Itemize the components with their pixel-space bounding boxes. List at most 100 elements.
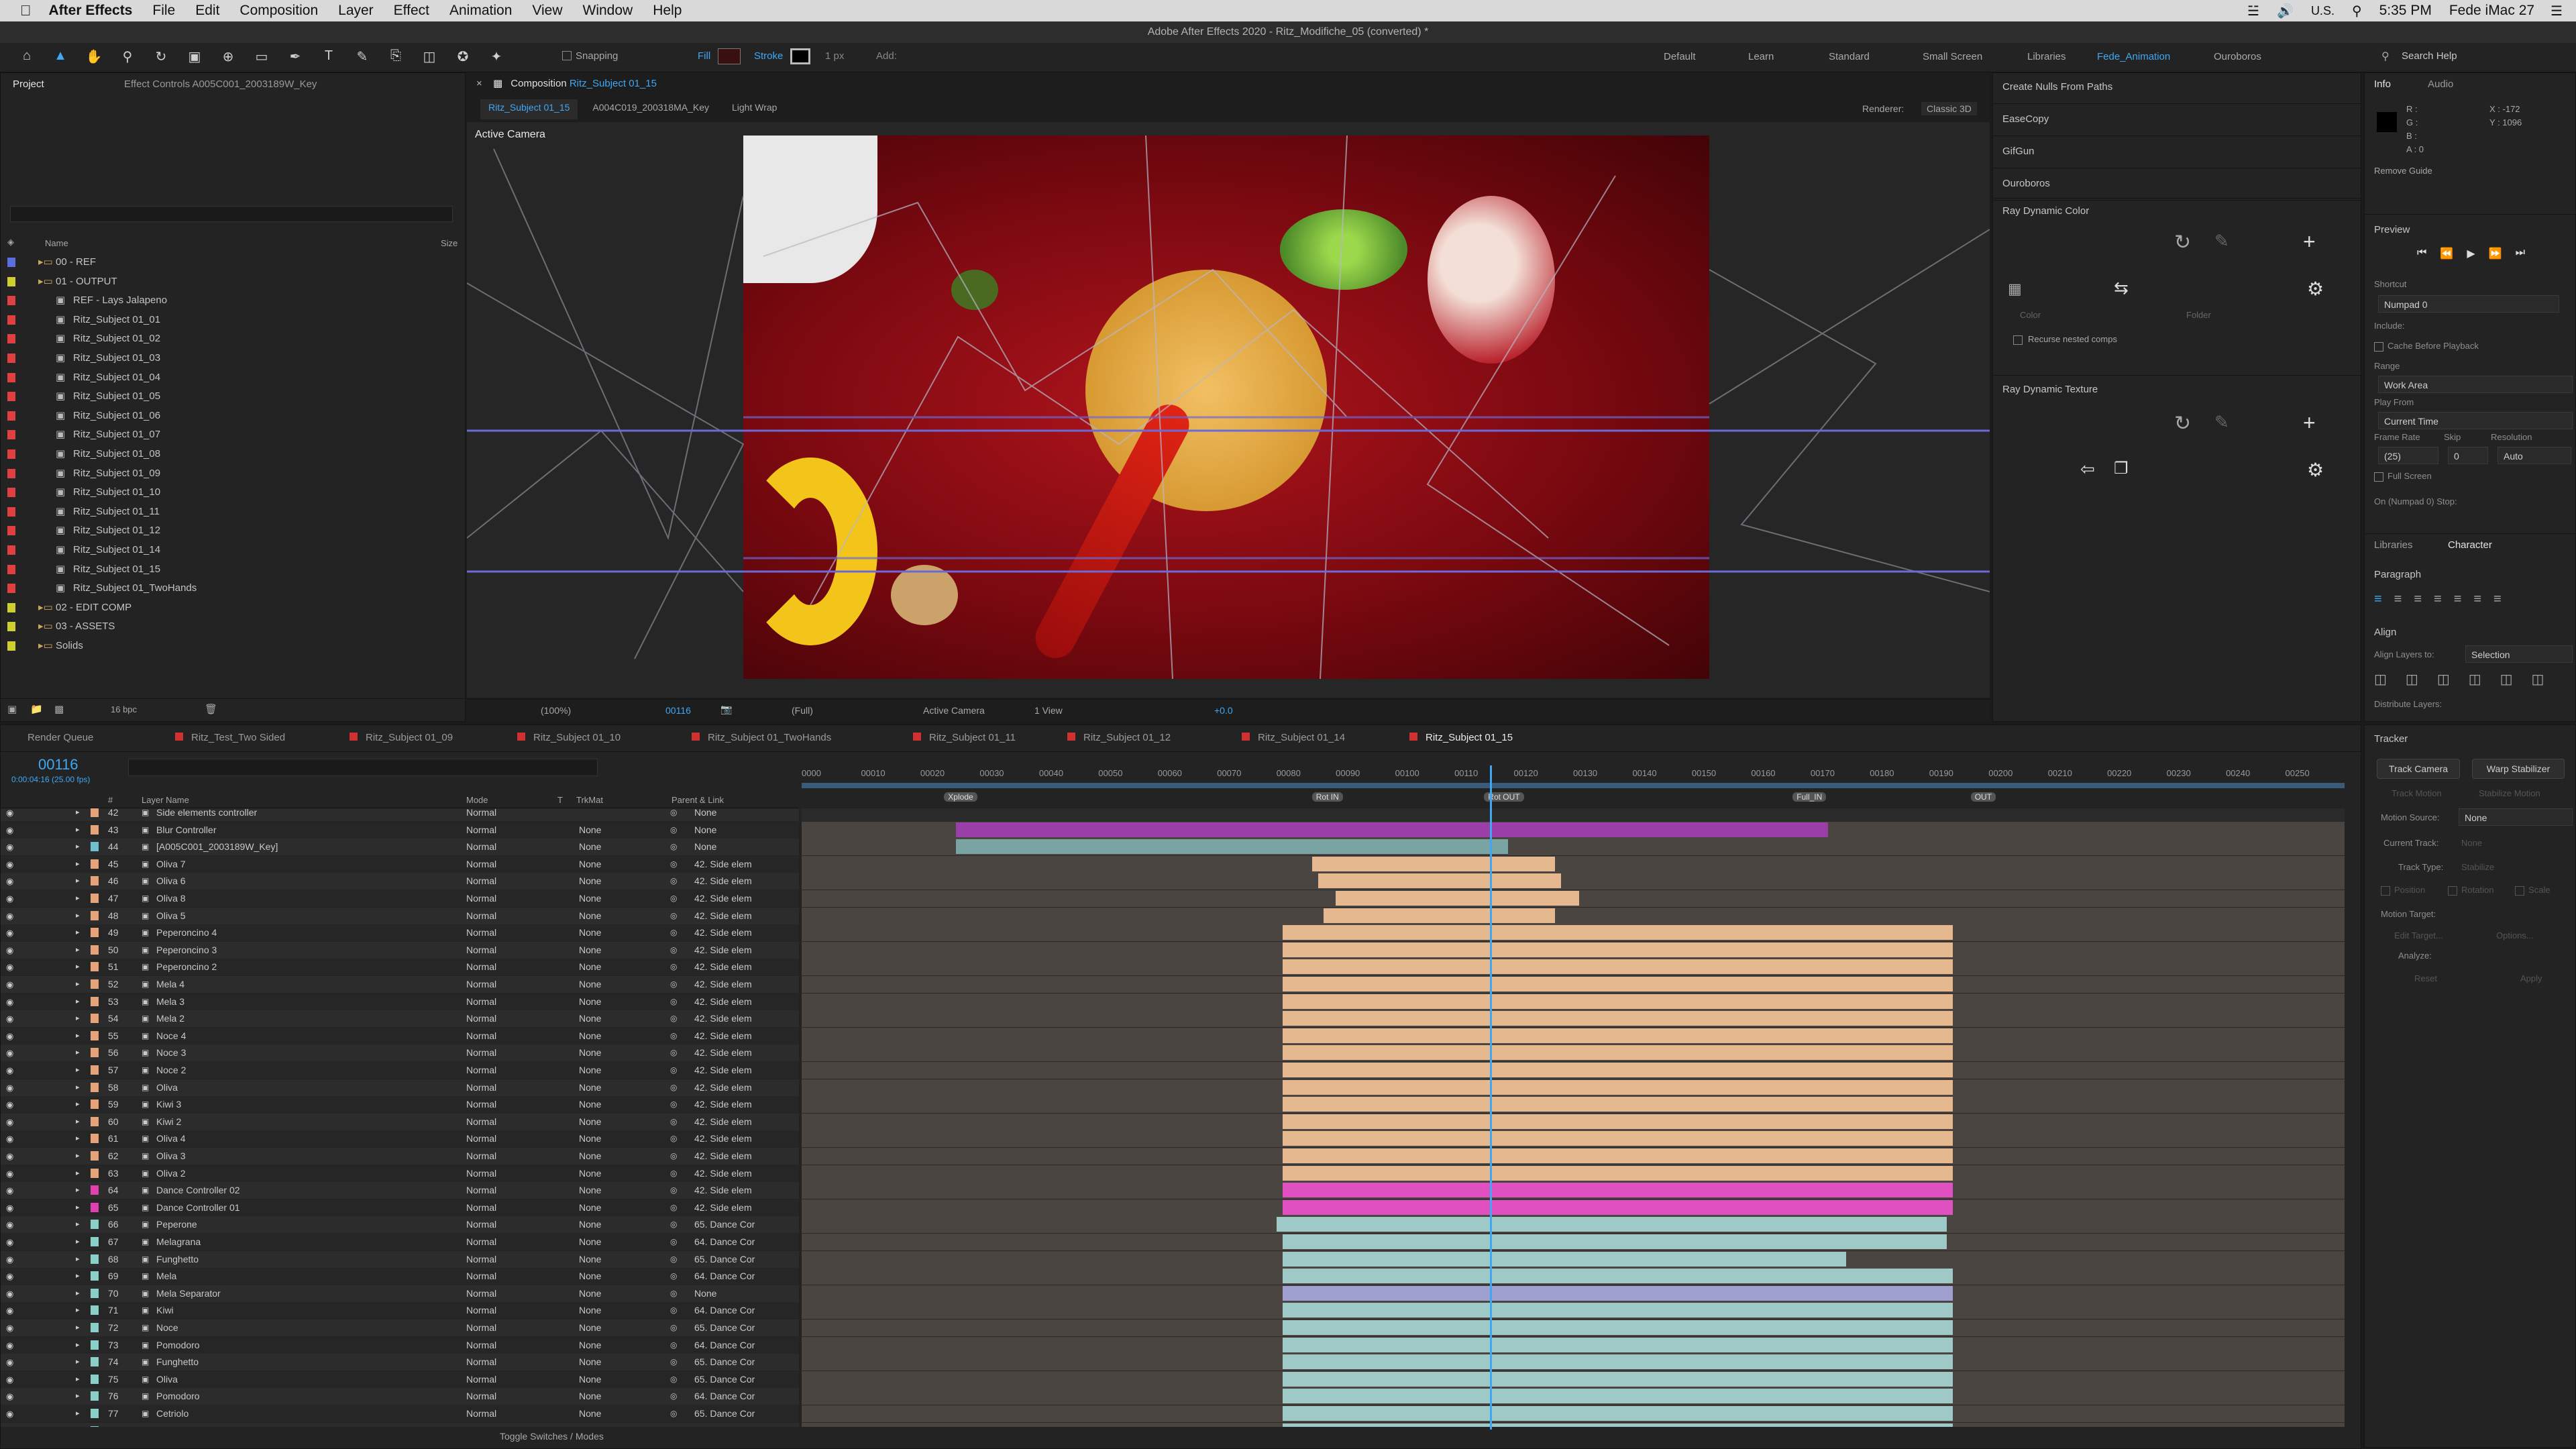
visibility-eye-icon[interactable]: ◉ [6, 994, 13, 1010]
workspace-standard[interactable]: Standard [1829, 51, 1870, 62]
layer-duration-bar[interactable] [1282, 1183, 1953, 1198]
pickwhip-icon[interactable]: ◎ [670, 808, 677, 821]
layer-mode-dropdown[interactable]: Normal [466, 1423, 496, 1427]
pickwhip-icon[interactable]: ◎ [670, 1062, 677, 1079]
visibility-eye-icon[interactable]: ◉ [6, 890, 13, 907]
project-item[interactable]: ▣ Ritz_Subject 01_08 [1, 445, 464, 464]
pickwhip-icon[interactable]: ◎ [670, 1405, 677, 1422]
layer-trkmat-dropdown[interactable]: None [579, 1251, 601, 1268]
clone-stamp-icon[interactable]: ⎘ [382, 48, 409, 65]
layer-duration-bar[interactable] [1282, 1251, 1846, 1267]
volume-icon[interactable]: 🔊 [2277, 3, 2294, 19]
layer-label-swatch[interactable] [91, 1288, 99, 1298]
layer-row[interactable]: ◉ ▸ 48 ▣ Oliva 5 Normal None ◎ 42. Side elem [1, 907, 799, 924]
timeline-tab[interactable]: Ritz_Subject 01_11 [913, 732, 1016, 743]
col-name[interactable]: Name [45, 238, 68, 248]
swap-icon[interactable]: ⇆ [2114, 278, 2129, 299]
visibility-eye-icon[interactable]: ◉ [6, 1320, 13, 1336]
layer-parent-dropdown[interactable]: 42. Side elem [694, 942, 752, 959]
layer-label-swatch[interactable] [91, 910, 99, 920]
pickwhip-icon[interactable]: ◎ [670, 1337, 677, 1354]
layer-mode-dropdown[interactable]: Normal [466, 839, 496, 855]
visibility-eye-icon[interactable]: ◉ [6, 1371, 13, 1388]
layer-name[interactable]: Funghetto [156, 1354, 199, 1371]
layer-mode-dropdown[interactable]: Normal [466, 1182, 496, 1199]
label-color-swatch[interactable] [7, 602, 15, 612]
align-right-edges-icon[interactable]: ◫ [2437, 671, 2450, 688]
pickwhip-icon[interactable]: ◎ [670, 1148, 677, 1165]
layer-duration-bar[interactable] [1282, 925, 1953, 941]
visibility-eye-icon[interactable]: ◉ [6, 1216, 13, 1233]
layer-name[interactable]: Noce [156, 1320, 178, 1336]
pickwhip-icon[interactable]: ◎ [670, 1423, 677, 1427]
timeline-tab[interactable]: Ritz_Subject 01_09 [350, 732, 453, 743]
pickwhip-icon[interactable]: ◎ [670, 994, 677, 1010]
comp-tab[interactable]: × ▩ Composition Ritz_Subject 01_15 [476, 72, 657, 95]
pickwhip-icon[interactable]: ◎ [670, 839, 677, 855]
layer-parent-dropdown[interactable]: 42. Side elem [694, 908, 752, 924]
label-color-swatch[interactable] [7, 488, 15, 498]
layer-label-swatch[interactable] [91, 1271, 99, 1281]
layer-name[interactable]: Mela 4 [156, 976, 184, 993]
layer-name[interactable]: Oliva [156, 1371, 178, 1388]
fill-swatch[interactable] [718, 48, 741, 64]
layer-duration-bar[interactable] [1282, 1234, 1947, 1249]
layer-name[interactable]: Oliva 5 [156, 908, 186, 924]
menubar-user[interactable]: Fede iMac 27 [2449, 3, 2534, 19]
apply-button[interactable]: Apply [2520, 973, 2542, 983]
label-color-swatch[interactable] [7, 526, 15, 536]
menu-layer[interactable]: Layer [338, 3, 374, 19]
visibility-eye-icon[interactable]: ◉ [6, 1199, 13, 1216]
recurse-checkbox[interactable] [2013, 335, 2023, 345]
layer-row[interactable]: ◉ ▸ 47 ▣ Oliva 8 Normal None ◎ 42. Side elem [1, 890, 799, 907]
layer-duration-bar[interactable] [956, 839, 1508, 855]
layer-trkmat-dropdown[interactable]: None [579, 1165, 601, 1182]
timeline-tab[interactable]: Ritz_Subject 01_15 [1409, 732, 1513, 743]
layer-row[interactable]: ◉ ▸ 72 ▣ Noce Normal None ◎ 65. Dance Cor [1, 1320, 799, 1336]
layer-row[interactable]: ◉ ▸ 77 ▣ Cetriolo Normal None ◎ 65. Dance Cor [1, 1405, 799, 1422]
project-item[interactable]: ▣ REF - Lays Jalapeno [1, 291, 464, 310]
label-color-swatch[interactable] [7, 584, 15, 594]
layer-trkmat-dropdown[interactable]: None [579, 1337, 601, 1354]
visibility-eye-icon[interactable]: ◉ [6, 1251, 13, 1268]
edit-target-button[interactable]: Edit Target... [2394, 930, 2443, 941]
layer-name[interactable]: Dance Controller 02 [156, 1182, 240, 1199]
visibility-eye-icon[interactable]: ◉ [6, 1423, 13, 1427]
scale-checkbox[interactable] [2515, 886, 2524, 896]
expand-arrow-icon[interactable]: ▸ [76, 1130, 80, 1147]
interpret-footage-icon[interactable]: ▣ [7, 703, 17, 715]
expand-arrow-icon[interactable]: ▸ [76, 1165, 80, 1182]
layer-trkmat-dropdown[interactable]: None [579, 1079, 601, 1096]
layer-name[interactable]: Peperone [156, 1216, 197, 1233]
layer-trkmat-dropdown[interactable]: None [579, 1388, 601, 1405]
expand-arrow-icon[interactable]: ▸ [76, 1062, 80, 1079]
layer-row[interactable]: ◉ ▸ 54 ▣ Mela 2 Normal None ◎ 42. Side elem [1, 1010, 799, 1028]
roto-brush-icon[interactable]: ✪ [449, 48, 476, 65]
layer-trkmat-dropdown[interactable]: None [579, 1062, 601, 1079]
layer-label-swatch[interactable] [91, 876, 99, 886]
layer-mode-dropdown[interactable]: Normal [466, 1371, 496, 1388]
layer-trkmat-dropdown[interactable]: None [579, 1405, 601, 1422]
layer-trkmat-dropdown[interactable]: None [579, 1130, 601, 1147]
expand-arrow-icon[interactable]: ▸ [76, 1354, 80, 1371]
visibility-eye-icon[interactable]: ◉ [6, 822, 13, 839]
justify-last-left-icon[interactable]: ≡ [2434, 592, 2442, 607]
layer-parent-dropdown[interactable]: None [694, 822, 716, 839]
layer-trkmat-dropdown[interactable]: None [579, 1268, 601, 1285]
layer-name[interactable]: Pomodoro [156, 1337, 200, 1354]
track-camera-button[interactable]: Track Camera [2377, 759, 2460, 779]
layer-parent-dropdown[interactable]: 42. Side elem [694, 1096, 752, 1113]
label-color-swatch[interactable] [7, 392, 15, 402]
align-h-center-icon[interactable]: ◫ [2406, 671, 2418, 688]
active-camera-dropdown[interactable]: Active Camera [923, 705, 985, 716]
apple-icon[interactable]:  [20, 2, 32, 19]
timeline-tab[interactable]: Ritz_Subject 01_12 [1067, 732, 1171, 743]
visibility-eye-icon[interactable]: ◉ [6, 976, 13, 993]
layer-row[interactable]: ◉ ▸ 73 ▣ Pomodoro Normal None ◎ 64. Dance Cor [1, 1336, 799, 1354]
layer-duration-bar[interactable] [1311, 856, 1556, 871]
expand-arrow-icon[interactable]: ▸ [76, 890, 80, 907]
layer-mode-dropdown[interactable]: Normal [466, 1405, 496, 1422]
layer-parent-dropdown[interactable]: 65. Dance Cor [694, 1251, 755, 1268]
layer-name[interactable]: Peperoncino 4 [156, 924, 217, 941]
layer-duration-bar[interactable] [1324, 908, 1556, 923]
